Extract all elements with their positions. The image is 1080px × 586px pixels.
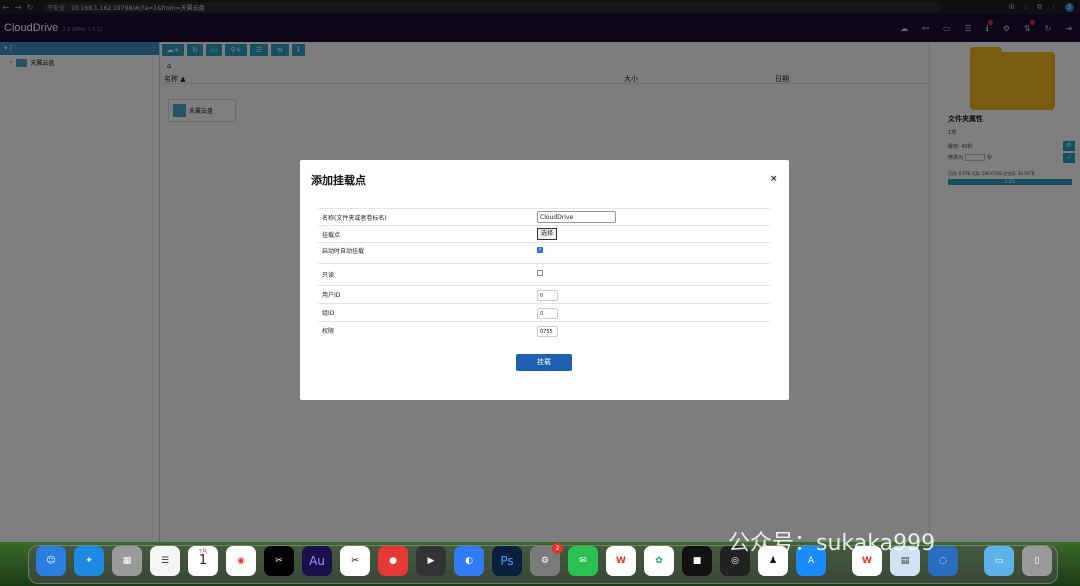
mount-submit-button[interactable]: 挂载 — [516, 354, 572, 371]
qq-browser-icon[interactable]: ◐ — [454, 546, 484, 576]
choose-button[interactable]: 选择 — [537, 228, 558, 240]
calendar-day: 1 — [198, 553, 208, 568]
red-app-icon[interactable]: ● — [378, 546, 408, 576]
gid-label: 组ID — [322, 310, 335, 317]
add-mount-dialog: 添加挂载点 × 名称(文件夹或者卷标名) CloudDrive 挂载点 选择 启… — [300, 160, 789, 400]
permission-label: 权限 — [322, 328, 335, 335]
wps-icon[interactable]: W — [606, 546, 636, 576]
wechat-icon[interactable]: ✉ — [568, 546, 598, 576]
launchpad-icon[interactable]: ▦ — [112, 546, 142, 576]
system-settings-icon[interactable]: ⚙ 2 — [530, 543, 563, 576]
watermark: 公众号：sukaka999 — [728, 531, 936, 556]
readonly-label: 只读 — [322, 272, 335, 279]
name-input[interactable]: CloudDrive — [537, 211, 616, 223]
auto-mount-checkbox[interactable]: ✓ — [537, 247, 543, 253]
reminders-icon[interactable]: ☰ — [150, 546, 180, 576]
name-label: 名称(文件夹或者卷标名) — [322, 215, 387, 222]
uid-input[interactable]: 0 — [537, 290, 558, 301]
final-cut-icon[interactable]: ▶ — [416, 546, 446, 576]
finder-icon[interactable]: ☺ — [36, 546, 66, 576]
photoshop-icon[interactable]: Ps — [492, 546, 522, 576]
trash-icon[interactable]: ▯ — [1022, 546, 1052, 576]
chrome-icon[interactable]: ◉ — [226, 546, 256, 576]
downloads-folder-icon[interactable]: ▭ — [984, 546, 1014, 576]
openai-icon[interactable]: ✿ — [644, 546, 674, 576]
mount-point-label: 挂载点 — [322, 232, 341, 239]
permission-input[interactable]: 0755 — [537, 326, 558, 337]
screen-recorder-icon[interactable]: ■ — [682, 546, 712, 576]
capcut-icon[interactable]: ✂ — [264, 546, 294, 576]
gid-input[interactable]: 0 — [537, 308, 558, 319]
audition-icon[interactable]: Au — [302, 546, 332, 576]
capcut-pro-icon[interactable]: ✂ — [340, 546, 370, 576]
mount-form: 名称(文件夹或者卷标名) CloudDrive 挂载点 选择 启动时自动挂载 ✓… — [318, 208, 770, 339]
calendar-icon[interactable]: 7月 1 — [188, 546, 218, 576]
uid-label: 用户ID — [322, 292, 341, 299]
dialog-title: 添加挂载点 — [311, 174, 366, 187]
auto-mount-label: 启动时自动挂载 — [322, 248, 365, 255]
readonly-checkbox[interactable] — [537, 270, 543, 276]
settings-badge: 2 — [552, 543, 563, 554]
safari-icon[interactable]: ✦ — [74, 546, 104, 576]
close-icon[interactable]: × — [770, 174, 778, 184]
